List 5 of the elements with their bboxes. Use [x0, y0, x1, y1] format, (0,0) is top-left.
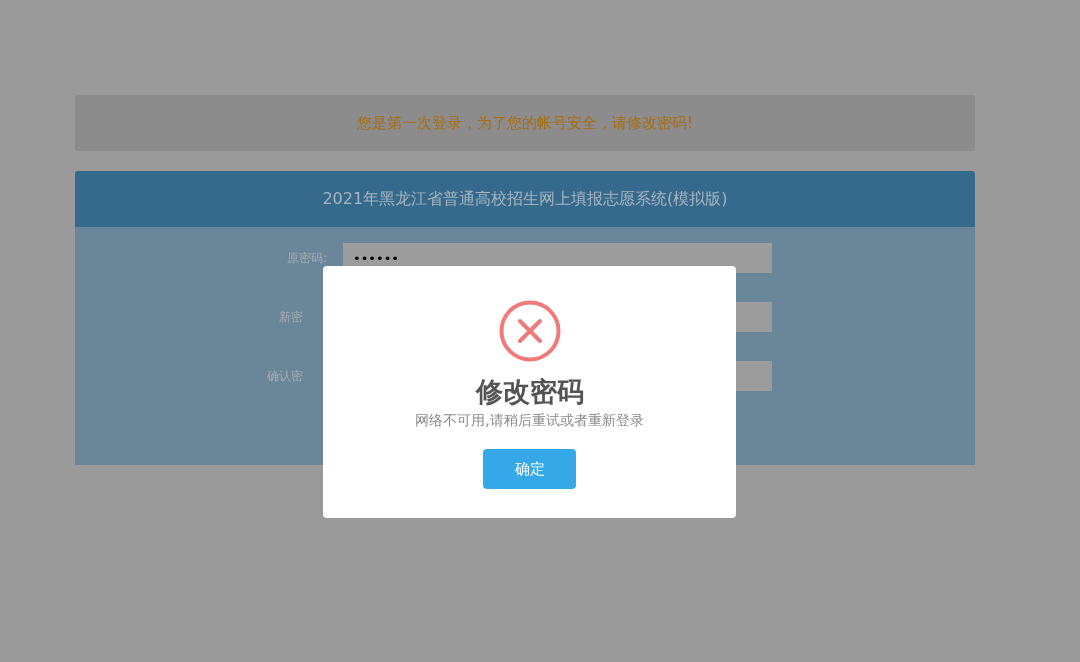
error-icon	[498, 300, 561, 362]
notice-banner: 您是第一次登录，为了您的帐号安全，请修改密码!	[75, 95, 975, 151]
dialog-message: 网络不可用,请稍后重试或者重新登录	[414, 411, 645, 431]
dialog-title: 修改密码	[474, 376, 585, 409]
panel-header: 2021年黑龙江省普通高校招生网上填报志愿系统(模拟版)	[75, 171, 975, 227]
